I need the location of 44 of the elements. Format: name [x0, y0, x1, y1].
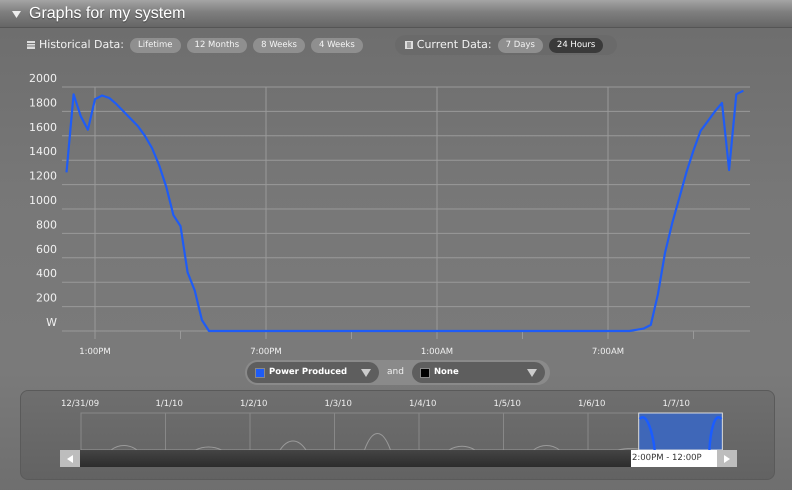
range-handle[interactable]: 2:00PM - 12:00P — [631, 450, 717, 467]
connector-label: and — [386, 366, 405, 379]
current-label: Current Data: — [416, 36, 492, 53]
range-button[interactable]: 8 Weeks — [253, 38, 305, 52]
left-arrow-icon — [67, 454, 73, 462]
caret-icon — [361, 368, 371, 376]
axis-label: 1400 — [29, 145, 57, 158]
series-dropdown[interactable]: None — [412, 362, 545, 383]
historical-label: Historical Data: — [39, 36, 124, 53]
axis-label: W — [46, 316, 57, 329]
axis-label: 1:00PM — [79, 347, 111, 357]
range-button[interactable]: 7 Days — [498, 38, 543, 52]
range-button[interactable]: 12 Months — [186, 38, 248, 52]
date-label: 1/5/10 — [494, 399, 521, 409]
axis-label: 1:00AM — [420, 347, 454, 357]
date-label: 1/2/10 — [240, 399, 268, 409]
range-button[interactable]: Lifetime — [130, 38, 181, 52]
axis-label: 200 — [36, 292, 57, 305]
series-dropdown[interactable]: Power Produced — [247, 362, 379, 383]
axis-label: 7:00AM — [592, 347, 624, 357]
selection-window[interactable] — [638, 412, 723, 450]
right-arrow-icon — [724, 454, 730, 462]
axis-label: 7:00PM — [250, 347, 282, 357]
range-button[interactable]: 24 Hours — [548, 38, 604, 52]
axis-label: 400 — [36, 267, 57, 280]
caret-icon — [526, 368, 537, 376]
date-label: 1/1/10 — [156, 399, 183, 409]
axis-label: 1800 — [29, 96, 57, 110]
calendar-icon — [27, 41, 35, 49]
axis-label: 1000 — [29, 194, 57, 207]
date-label: 1/4/10 — [409, 399, 436, 409]
axis-label: 800 — [36, 218, 57, 232]
date-label: 12/31/09 — [61, 399, 100, 409]
date-label: 1/3/10 — [324, 399, 352, 409]
collapse-icon[interactable] — [12, 10, 21, 18]
axis-label: 1600 — [29, 120, 57, 134]
section-title: Graphs for my system — [29, 4, 186, 24]
date-label: 1/6/10 — [578, 399, 606, 409]
axis-label: 600 — [36, 242, 57, 256]
range-button[interactable]: 4 Weeks — [310, 38, 363, 52]
date-label: 1/7/10 — [662, 399, 690, 409]
axis-label: 2000 — [29, 72, 57, 85]
calendar-icon — [404, 41, 413, 49]
axis-label: 1200 — [29, 170, 57, 183]
